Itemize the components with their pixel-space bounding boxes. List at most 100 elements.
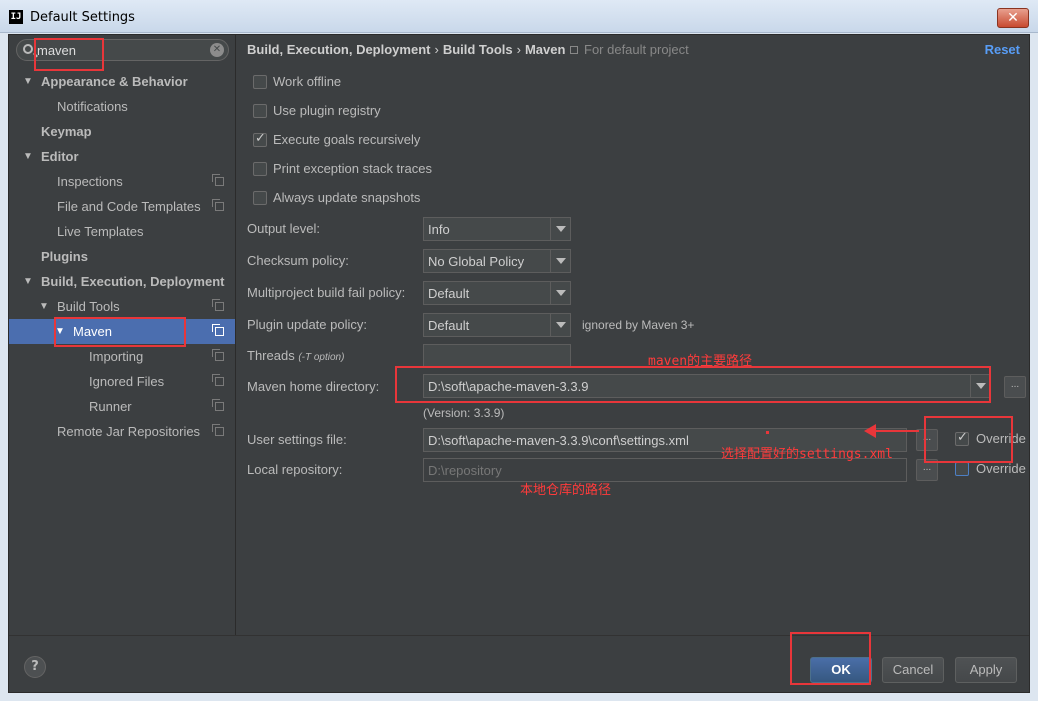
window-close-button[interactable]: ✕ xyxy=(997,8,1029,28)
checkbox-label: Always update snapshots xyxy=(273,190,421,205)
output-level-label: Output level: xyxy=(247,221,320,236)
plugin-update-policy-select[interactable]: Default xyxy=(423,313,571,337)
checksum-policy-label: Checksum policy: xyxy=(247,253,349,268)
project-copy-icon xyxy=(212,374,224,386)
fail-policy-select[interactable]: Default xyxy=(423,281,571,305)
tree-item-build-execution-deployment[interactable]: ▼ Build, Execution, Deployment xyxy=(9,269,235,294)
maven-version: (Version: 3.3.9) xyxy=(423,406,505,420)
project-copy-icon xyxy=(212,199,224,211)
tree-item-label: Remote Jar Repositories xyxy=(57,424,201,439)
tree-item-label: Editor xyxy=(41,149,79,164)
checkbox-label: Execute goals recursively xyxy=(273,132,421,147)
threads-input[interactable] xyxy=(423,344,571,368)
scope-label: For default project xyxy=(584,42,689,57)
select-value: No Global Policy xyxy=(428,254,525,269)
chevron-down-icon[interactable] xyxy=(550,282,570,304)
default-project-scope: For default project xyxy=(570,42,689,57)
checkbox-box[interactable] xyxy=(253,191,267,205)
annotation-arrow-head-icon xyxy=(864,424,876,438)
output-level-select[interactable]: Info xyxy=(423,217,571,241)
tree-item-label: File and Code Templates xyxy=(57,199,201,214)
expand-arrow-icon[interactable]: ▼ xyxy=(23,144,33,169)
maven-settings-panel: Build, Execution, Deployment › Build Tools… xyxy=(237,35,1030,635)
annotation-box-search xyxy=(34,38,104,71)
checksum-policy-select[interactable]: No Global Policy xyxy=(423,249,571,273)
project-copy-icon xyxy=(212,349,224,361)
threads-hint: (-T option) xyxy=(298,352,345,363)
apply-button[interactable]: Apply xyxy=(955,657,1017,683)
annotation-box-override xyxy=(924,416,1013,463)
settings-dialog: ✕ ▼ Appearance & Behavior Notifications … xyxy=(8,34,1030,693)
tree-item-remote-jar-repositories[interactable]: Remote Jar Repositories xyxy=(9,419,235,444)
tree-item-label: Build Tools xyxy=(57,299,120,314)
clear-search-icon[interactable]: ✕ xyxy=(210,43,224,57)
tree-item-live-templates[interactable]: Live Templates xyxy=(9,219,235,244)
select-value: Info xyxy=(428,222,450,237)
checkbox-label: Print exception stack traces xyxy=(273,161,432,176)
annotation-local-repo-note: 本地仓库的路径 xyxy=(520,483,612,498)
tree-item-runner[interactable]: Runner xyxy=(9,394,235,419)
tree-item-label: Importing xyxy=(89,349,144,364)
breadcrumb-separator: › xyxy=(516,42,521,57)
project-copy-icon xyxy=(212,299,224,311)
intellij-app-icon: IJ xyxy=(9,10,23,24)
window-title: Default Settings xyxy=(30,10,135,25)
tree-item-ignored-files[interactable]: Ignored Files xyxy=(9,369,235,394)
annotation-arrow-line xyxy=(875,430,919,432)
breadcrumb-part: Build Tools xyxy=(442,42,513,57)
plugin-update-policy-label: Plugin update policy: xyxy=(247,317,367,332)
maven-home-label: Maven home directory: xyxy=(247,379,380,394)
checkbox-box[interactable] xyxy=(955,462,969,476)
chevron-down-icon[interactable] xyxy=(550,314,570,336)
tree-item-label: Keymap xyxy=(41,124,92,139)
annotation-box-maven-home xyxy=(395,366,991,403)
checkbox-box[interactable] xyxy=(253,131,267,147)
checkbox-label: Work offline xyxy=(273,74,342,89)
tree-item-plugins[interactable]: Plugins xyxy=(9,244,235,269)
tree-item-importing[interactable]: Importing xyxy=(9,344,235,369)
annotation-dot xyxy=(766,431,769,434)
tree-item-label: Build, Execution, Deployment xyxy=(41,274,225,289)
threads-label-text: Threads xyxy=(247,348,295,363)
tree-item-inspections[interactable]: Inspections xyxy=(9,169,235,194)
breadcrumb: Build, Execution, Deployment › Build Tools… xyxy=(247,42,565,57)
fail-policy-label: Multiproject build fail policy: xyxy=(247,285,406,300)
breadcrumb-part: Maven xyxy=(524,42,566,57)
project-copy-icon xyxy=(212,399,224,411)
expand-arrow-icon[interactable]: ▼ xyxy=(23,269,33,294)
tree-item-label: Ignored Files xyxy=(89,374,165,389)
tree-item-keymap[interactable]: Keymap xyxy=(9,119,235,144)
chevron-down-icon[interactable] xyxy=(550,250,570,272)
tree-item-label: Appearance & Behavior xyxy=(41,74,188,89)
user-settings-label: User settings file: xyxy=(247,432,347,447)
select-value: Default xyxy=(428,318,470,333)
select-value: Default xyxy=(428,286,470,301)
annotation-box-maven xyxy=(54,317,186,347)
checkbox-box[interactable] xyxy=(253,162,267,176)
cancel-button[interactable]: Cancel xyxy=(882,657,944,683)
maven-home-browse-button[interactable]: ... xyxy=(1004,376,1026,398)
tree-item-editor[interactable]: ▼ Editor xyxy=(9,144,235,169)
checkbox-label: Use plugin registry xyxy=(273,103,381,118)
help-icon[interactable]: ? xyxy=(24,656,46,678)
breadcrumb-separator: › xyxy=(434,42,439,57)
reset-link[interactable]: Reset xyxy=(985,42,1020,57)
chevron-down-icon[interactable] xyxy=(550,218,570,240)
annotation-box-ok xyxy=(790,632,871,685)
tree-item-notifications[interactable]: Notifications xyxy=(9,94,235,119)
search-icon xyxy=(23,44,33,54)
annotation-settings-note: 选择配置好的settings.xml xyxy=(721,447,893,462)
tree-item-appearance-behavior[interactable]: ▼ Appearance & Behavior xyxy=(9,69,235,94)
tree-item-build-tools[interactable]: ▼ Build Tools xyxy=(9,294,235,319)
checkbox-box[interactable] xyxy=(253,75,267,89)
tree-item-label: Plugins xyxy=(41,249,88,264)
tree-item-label: Inspections xyxy=(57,174,123,189)
title-bar: IJ Default Settings ✕ xyxy=(0,0,1038,33)
tree-item-file-code-templates[interactable]: File and Code Templates xyxy=(9,194,235,219)
checkbox-box[interactable] xyxy=(253,104,267,118)
threads-label: Threads (-T option) xyxy=(247,348,344,363)
project-copy-icon xyxy=(570,46,578,54)
expand-arrow-icon[interactable]: ▼ xyxy=(23,69,33,94)
annotation-maven-home-note: maven的主要路径 xyxy=(648,354,753,369)
expand-arrow-icon[interactable]: ▼ xyxy=(39,294,49,319)
